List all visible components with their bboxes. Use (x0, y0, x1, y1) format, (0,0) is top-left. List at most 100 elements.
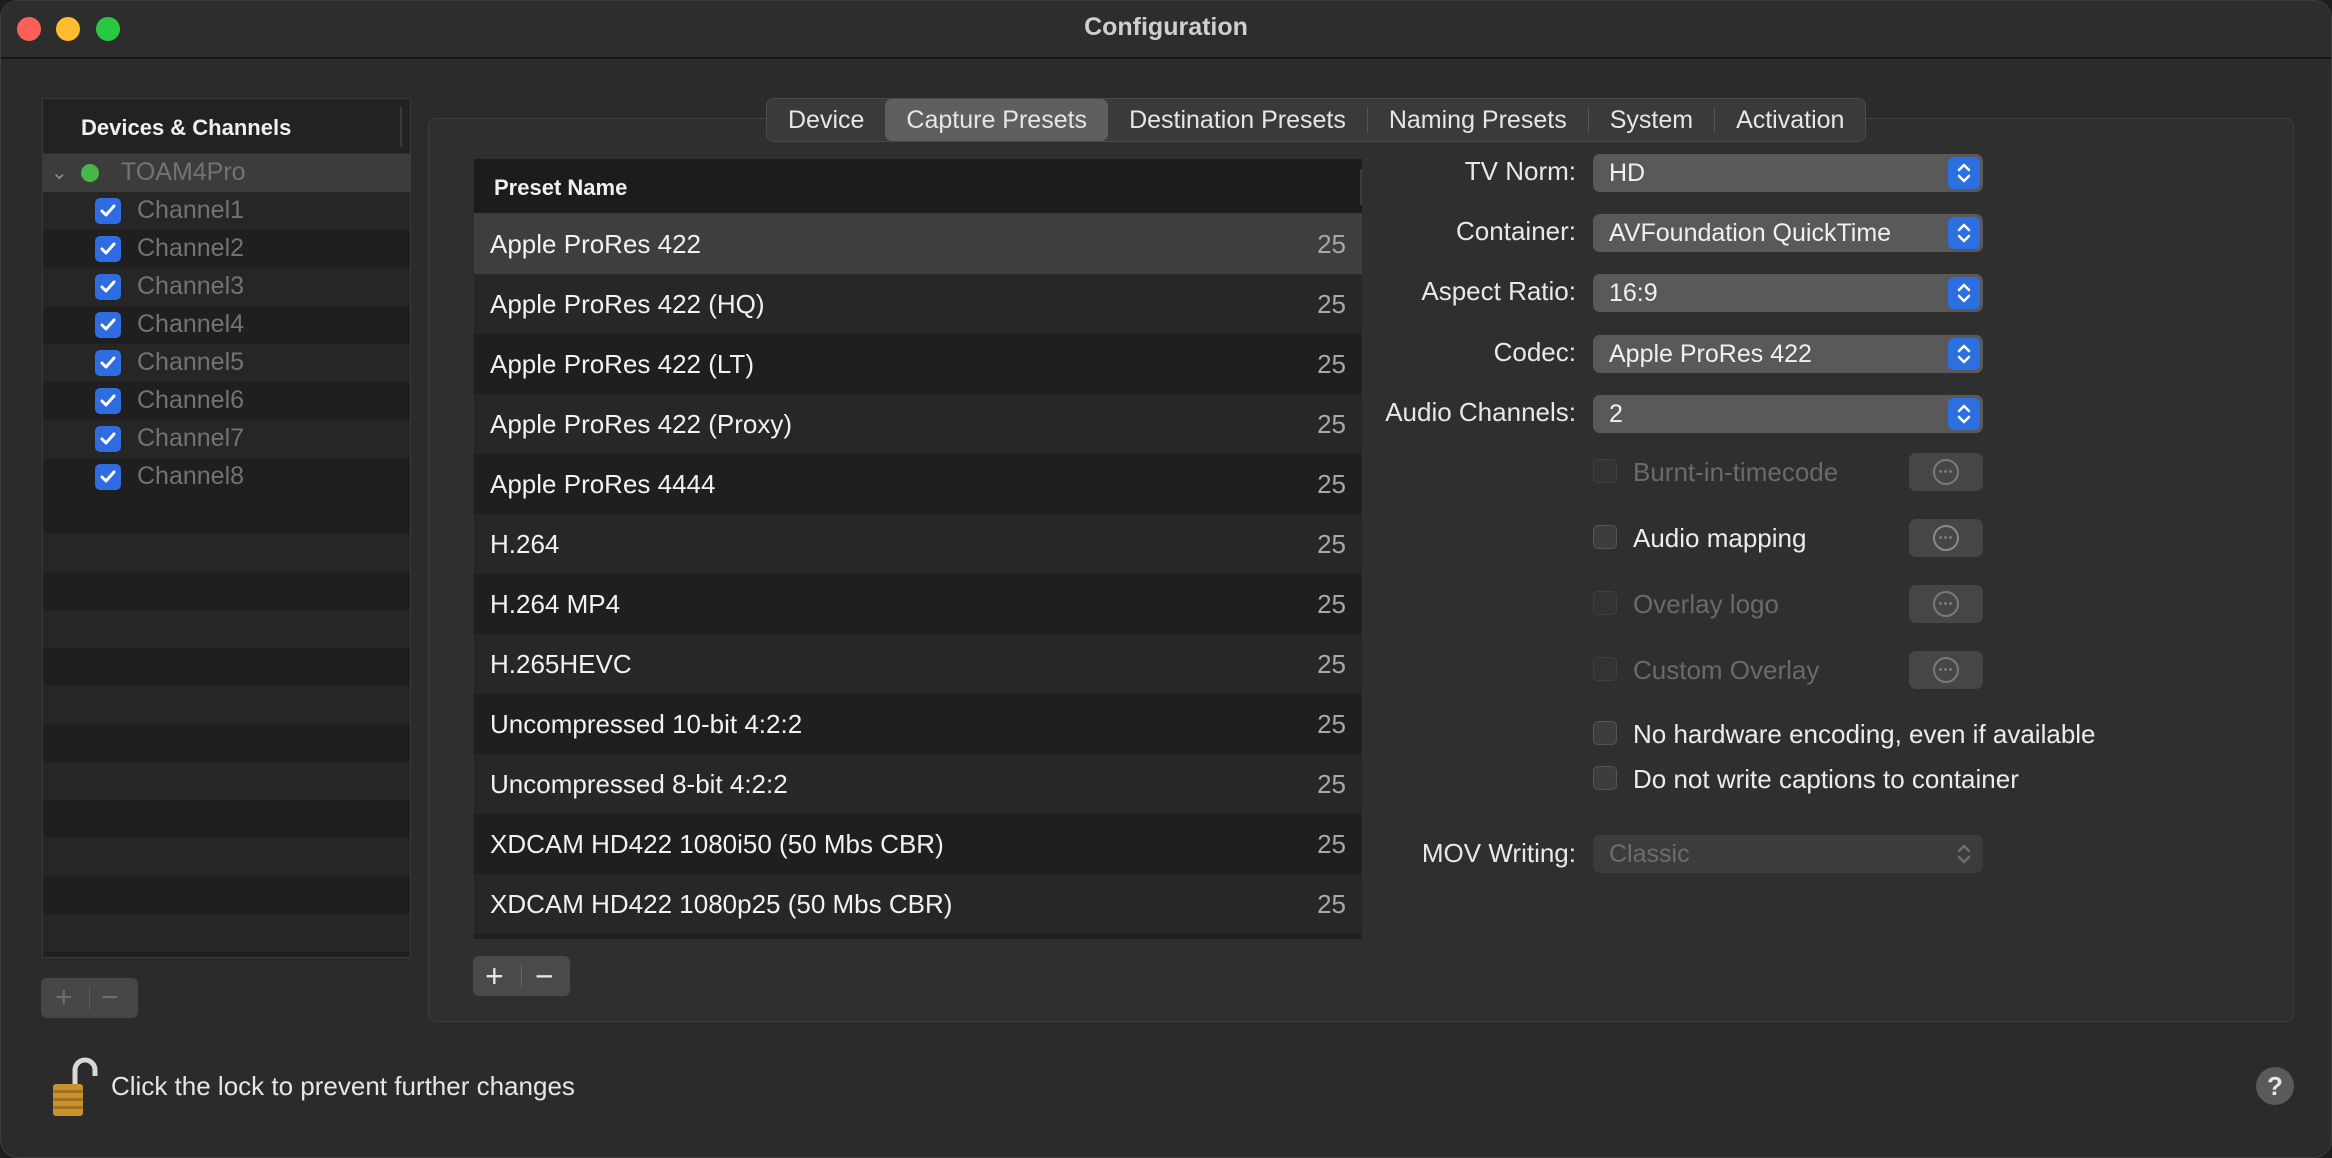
preset-name: Apple ProRes 4444 (490, 469, 716, 499)
preset-row[interactable]: Apple ProRes 422 (LT) 25 (474, 334, 1362, 394)
audio-channels-select[interactable]: 2 (1593, 395, 1983, 433)
container-select[interactable]: AVFoundation QuickTime (1593, 214, 1983, 252)
preset-name-column-header[interactable]: Preset Name (494, 175, 627, 201)
preset-name: H.264 (490, 529, 560, 559)
mov-writing-select: Classic (1593, 835, 1983, 873)
channel-row[interactable]: Channel7 (43, 420, 410, 458)
lock-icon[interactable] (49, 1056, 101, 1123)
no-hardware-encoding-checkbox[interactable] (1593, 721, 1617, 745)
chevron-down-icon[interactable]: ⌄ (51, 160, 68, 185)
preset-frame-rate: 25 (1317, 769, 1346, 799)
channel-checkbox[interactable] (95, 388, 121, 414)
channel-checkbox[interactable] (95, 464, 121, 490)
channel-row[interactable]: Channel8 (43, 458, 410, 496)
device-row[interactable]: ⌄ TOAM4Pro (43, 154, 410, 192)
no-captions-label[interactable]: Do not write captions to container (1633, 764, 2019, 795)
tab-system[interactable]: System (1589, 99, 1714, 141)
preset-frame-rate: 25 (1317, 889, 1346, 919)
checkmark-icon (100, 356, 116, 369)
preset-row[interactable]: Uncompressed 8-bit 4:2:2 25 (474, 754, 1362, 814)
overlay-logo-label: Overlay logo (1633, 589, 1779, 619)
sidebar-add-remove: + − (41, 978, 138, 1018)
channel-label: Channel4 (137, 310, 245, 338)
divider (521, 964, 522, 988)
channel-label: Channel1 (137, 196, 245, 224)
tv-norm-value: HD (1609, 159, 1646, 187)
channel-row[interactable]: Channel5 (43, 344, 410, 382)
channel-checkbox[interactable] (95, 236, 121, 262)
checkmark-icon (100, 470, 116, 483)
window-title: Configuration (1084, 13, 1248, 41)
preset-row[interactable]: Apple ProRes 422 25 (474, 214, 1362, 274)
channel-row[interactable]: Channel2 (43, 230, 410, 268)
preset-row[interactable]: H.264 MP4 25 (474, 574, 1362, 634)
sidebar-header-label: Devices & Channels (81, 115, 292, 140)
codec-select[interactable]: Apple ProRes 422 (1593, 335, 1983, 373)
mov-writing-value: Classic (1609, 840, 1690, 868)
preset-row[interactable]: Apple ProRes 4444 25 (474, 454, 1362, 514)
no-hardware-encoding-label[interactable]: No hardware encoding, even if available (1633, 719, 2096, 750)
help-button[interactable]: ? (2256, 1067, 2294, 1105)
divider (89, 986, 90, 1010)
preset-row[interactable]: H.264 25 (474, 514, 1362, 574)
table-header: Preset Name (474, 159, 1362, 214)
channel-checkbox[interactable] (95, 426, 121, 452)
preset-frame-rate: 25 (1317, 649, 1346, 679)
ellipsis-circle-icon (1933, 459, 1959, 485)
channel-row[interactable]: Channel4 (43, 306, 410, 344)
empty-row (43, 914, 410, 952)
empty-row (43, 838, 410, 876)
empty-row (43, 876, 410, 914)
audio-mapping-checkbox[interactable] (1593, 525, 1617, 549)
custom-overlay-options-button (1909, 651, 1983, 689)
preset-row[interactable]: XDCAM HD422 1080i50 (50 Mbs CBR) 25 (474, 814, 1362, 874)
preset-frame-rate: 25 (1317, 529, 1346, 559)
channel-checkbox[interactable] (95, 312, 121, 338)
preset-row[interactable]: Apple ProRes 422 (Proxy) 25 (474, 394, 1362, 454)
up-down-chevron-icon (1948, 217, 1980, 249)
audio-channels-value: 2 (1609, 400, 1623, 428)
audio-mapping-label[interactable]: Audio mapping (1633, 523, 1806, 554)
preset-row[interactable]: Uncompressed 10-bit 4:2:2 25 (474, 694, 1362, 754)
preset-name: Apple ProRes 422 (Proxy) (490, 409, 793, 439)
empty-row (43, 496, 410, 534)
tab-naming-presets[interactable]: Naming Presets (1368, 99, 1588, 141)
empty-row (43, 800, 410, 838)
add-channel-button[interactable]: + (55, 981, 73, 1015)
tv-norm-select[interactable]: HD (1593, 154, 1983, 192)
tab-capture-presets[interactable]: Capture Presets (885, 99, 1109, 141)
channel-checkbox[interactable] (95, 350, 121, 376)
aspect-ratio-select[interactable]: 16:9 (1593, 274, 1983, 312)
channel-checkbox[interactable] (95, 198, 121, 224)
audio-mapping-options-button[interactable] (1909, 519, 1983, 557)
checkmark-icon (100, 280, 116, 293)
channel-row[interactable]: Channel1 (43, 192, 410, 230)
preset-row[interactable]: Apple ProRes 422 (HQ) 25 (474, 274, 1362, 334)
tab-device[interactable]: Device (767, 99, 885, 141)
channel-row[interactable]: Channel6 (43, 382, 410, 420)
add-preset-button[interactable]: + (485, 958, 504, 995)
channel-row[interactable]: Channel3 (43, 268, 410, 306)
preset-name: XDCAM HD422 1080i50 (50 Mbs CBR) (490, 829, 944, 859)
tab-destination-presets[interactable]: Destination Presets (1108, 99, 1367, 141)
up-down-chevron-icon (1948, 838, 1980, 870)
preset-name: Apple ProRes 422 (LT) (490, 349, 754, 379)
preset-name: Apple ProRes 422 (490, 229, 702, 259)
preset-name: XDCAM HD422 1080p25 (50 Mbs CBR) (490, 889, 953, 919)
custom-overlay-checkbox (1593, 657, 1617, 681)
tab-activation[interactable]: Activation (1715, 99, 1865, 141)
tv-norm-label: TV Norm: (1464, 156, 1576, 186)
mov-writing-label: MOV Writing: (1421, 838, 1576, 868)
empty-row (43, 648, 410, 686)
sidebar-header: Devices & Channels (43, 99, 410, 154)
aspect-ratio-value: 16:9 (1609, 279, 1658, 307)
preset-row[interactable]: H.265HEVC 25 (474, 634, 1362, 694)
preset-row[interactable]: XDCAM HD422 1080p25 (50 Mbs CBR) 25 (474, 874, 1362, 934)
channel-checkbox[interactable] (95, 274, 121, 300)
no-captions-checkbox[interactable] (1593, 766, 1617, 790)
remove-preset-button[interactable]: − (535, 958, 554, 995)
preset-name: Uncompressed 10-bit 4:2:2 (490, 709, 803, 739)
preset-name: Uncompressed 8-bit 4:2:2 (490, 769, 788, 799)
remove-channel-button[interactable]: − (101, 981, 119, 1015)
checkmark-icon (100, 204, 116, 217)
